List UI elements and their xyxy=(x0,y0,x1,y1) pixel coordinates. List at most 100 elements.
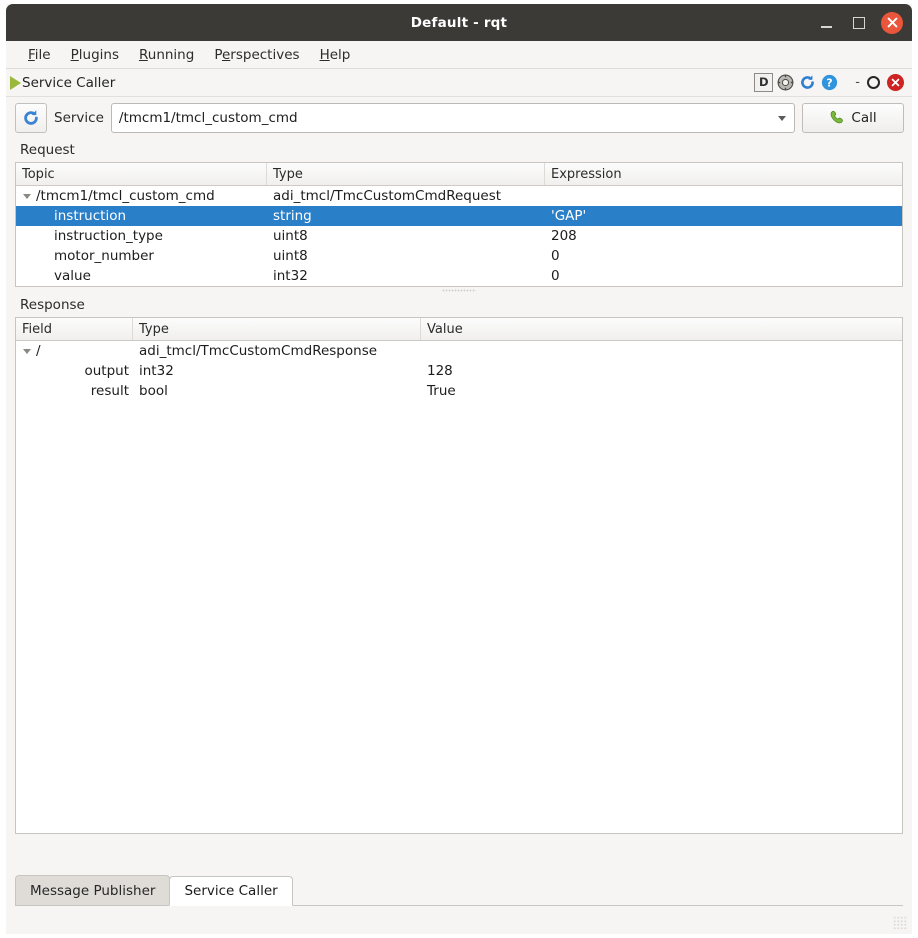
response-cell-type: bool xyxy=(133,383,421,399)
request-response-splitter[interactable] xyxy=(6,287,912,294)
request-section-label: Request xyxy=(6,139,912,162)
response-section-label: Response xyxy=(6,294,912,317)
minimize-dash-icon[interactable]: - xyxy=(854,75,861,90)
maximize-button[interactable] xyxy=(848,12,870,34)
expander-triangle-icon[interactable] xyxy=(23,194,31,199)
service-selection-bar: Service /tmcm1/tmcl_custom_cmd Call xyxy=(6,97,912,139)
response-field-text: output xyxy=(84,363,129,379)
response-table-header: Field Type Value xyxy=(16,318,902,341)
request-cell-type: adi_tmcl/TmcCustomCmdRequest xyxy=(267,188,545,204)
response-cell-value: True xyxy=(421,383,902,399)
call-button-label: Call xyxy=(851,110,876,126)
plugin-tabbar: Message Publisher Service Caller xyxy=(15,874,903,906)
response-cell-field: / xyxy=(16,343,133,359)
request-topic-text: /tmcm1/tmcl_custom_cmd xyxy=(36,188,215,204)
close-button[interactable] xyxy=(881,12,903,34)
svg-text:?: ? xyxy=(827,77,833,90)
request-cell-topic: motor_number xyxy=(16,248,267,264)
window-controls xyxy=(815,4,903,41)
chevron-down-icon xyxy=(778,116,786,121)
minimize-button[interactable] xyxy=(815,12,837,34)
response-cell-value: 128 xyxy=(421,363,902,379)
menu-help[interactable]: Help xyxy=(312,45,359,65)
response-table-body: /adi_tmcl/TmcCustomCmdResponseoutputint3… xyxy=(16,341,902,401)
request-row[interactable]: value int320 xyxy=(16,266,902,286)
dock-icon-group: D ? xyxy=(754,73,905,92)
request-cell-topic: instruction_type xyxy=(16,228,267,244)
request-cell-type: uint8 xyxy=(267,228,545,244)
response-row[interactable]: resultboolTrue xyxy=(16,381,902,401)
request-cell-topic: instruction xyxy=(16,208,267,224)
request-col-expression[interactable]: Expression xyxy=(545,163,902,185)
request-topic-text: instruction_type xyxy=(54,228,163,244)
response-cell-field: output xyxy=(16,363,133,379)
tab-label: Message Publisher xyxy=(30,883,155,899)
refresh-icon xyxy=(22,109,40,127)
request-col-topic[interactable]: Topic xyxy=(16,163,267,185)
dock-widget-titlebar: Service Caller D xyxy=(6,69,912,97)
reload-icon[interactable] xyxy=(798,73,817,92)
request-topic-text: instruction xyxy=(54,208,126,224)
request-cell-expression[interactable]: 0 xyxy=(545,248,902,264)
menu-plugins[interactable]: Plugins xyxy=(63,45,127,65)
request-table-header: Topic Type Expression xyxy=(16,163,902,186)
response-row[interactable]: / adi_tmcl/TmcCustomCmdResponse xyxy=(16,341,902,361)
response-tree[interactable]: Field Type Value / adi_tmcl/TmcCustomCmdR… xyxy=(15,317,903,834)
tab-message-publisher[interactable]: Message Publisher xyxy=(15,875,170,905)
call-button[interactable]: Call xyxy=(802,103,904,133)
request-row[interactable]: instruction string'GAP' xyxy=(16,206,902,226)
response-cell-field: result xyxy=(16,383,133,399)
resize-grip[interactable] xyxy=(893,916,907,930)
request-topic-text: motor_number xyxy=(54,248,154,264)
request-table-body: /tmcm1/tmcl_custom_cmd adi_tmcl/TmcCustom… xyxy=(16,186,902,286)
help-question-icon[interactable]: ? xyxy=(820,73,839,92)
expander-triangle-icon[interactable] xyxy=(23,349,31,354)
refresh-services-button[interactable] xyxy=(15,103,47,133)
splitter-grip xyxy=(442,289,476,292)
menu-perspectives[interactable]: Perspectives xyxy=(206,45,307,65)
request-tree[interactable]: Topic Type Expression /tmcm1/tmcl_custom… xyxy=(15,162,903,287)
minimize-icon xyxy=(821,26,832,28)
status-bar xyxy=(6,906,912,934)
menu-running[interactable]: Running xyxy=(131,45,202,65)
service-input[interactable]: /tmcm1/tmcl_custom_cmd xyxy=(112,110,769,126)
settings-gear-icon[interactable] xyxy=(776,73,795,92)
service-combobox[interactable]: /tmcm1/tmcl_custom_cmd xyxy=(111,103,795,133)
response-field-text: / xyxy=(36,343,41,359)
float-circle-icon[interactable] xyxy=(864,73,883,92)
maximize-icon xyxy=(853,17,865,29)
response-cell-type: adi_tmcl/TmcCustomCmdResponse xyxy=(133,343,421,359)
request-cell-expression[interactable]: 0 xyxy=(545,268,902,284)
tab-service-caller[interactable]: Service Caller xyxy=(169,876,292,906)
request-row[interactable]: /tmcm1/tmcl_custom_cmd adi_tmcl/TmcCustom… xyxy=(16,186,902,206)
response-col-type[interactable]: Type xyxy=(133,318,421,340)
response-cell-type: int32 xyxy=(133,363,421,379)
request-col-type[interactable]: Type xyxy=(267,163,545,185)
request-topic-text: value xyxy=(54,268,91,284)
request-cell-type: uint8 xyxy=(267,248,545,264)
request-cell-expression[interactable]: 'GAP' xyxy=(545,208,902,224)
menu-file[interactable]: File xyxy=(20,45,59,65)
request-row[interactable]: motor_number uint80 xyxy=(16,246,902,266)
response-col-field[interactable]: Field xyxy=(16,318,133,340)
request-cell-topic: /tmcm1/tmcl_custom_cmd xyxy=(16,188,267,204)
menu-bar: File Plugins Running Perspectives Help xyxy=(6,41,912,69)
tab-label: Service Caller xyxy=(184,883,277,899)
rqt-main-window: Default - rqt File Plugins Running Persp… xyxy=(6,4,912,934)
request-cell-type: int32 xyxy=(267,268,545,284)
phone-handset-icon xyxy=(829,110,845,126)
close-dock-icon[interactable] xyxy=(886,73,905,92)
window-title: Default - rqt xyxy=(411,15,507,31)
dock-title-label: Service Caller xyxy=(22,75,115,91)
request-cell-type: string xyxy=(267,208,545,224)
service-label: Service xyxy=(54,110,104,126)
response-row[interactable]: outputint32128 xyxy=(16,361,902,381)
close-icon xyxy=(887,17,898,28)
service-dropdown-button[interactable] xyxy=(769,105,794,131)
request-row[interactable]: instruction_type uint8208 xyxy=(16,226,902,246)
dock-d-icon[interactable]: D xyxy=(754,73,773,92)
title-bar: Default - rqt xyxy=(6,4,912,41)
response-field-text: result xyxy=(91,383,129,399)
response-col-value[interactable]: Value xyxy=(421,318,902,340)
request-cell-expression[interactable]: 208 xyxy=(545,228,902,244)
